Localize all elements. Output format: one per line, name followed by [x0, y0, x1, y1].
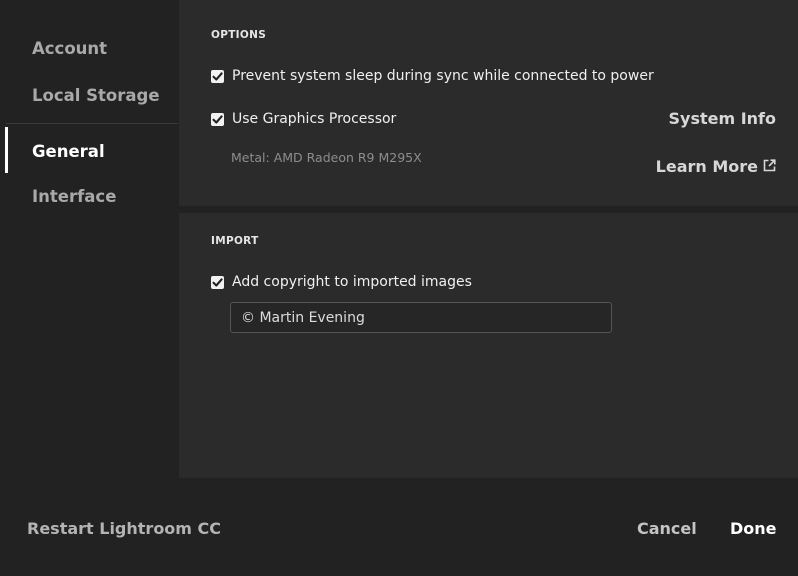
sidebar-divider: [6, 123, 178, 124]
active-indicator: [5, 127, 8, 173]
sidebar-item-local-storage[interactable]: Local Storage: [32, 86, 160, 105]
copyright-checkbox-row[interactable]: Add copyright to imported images: [211, 274, 472, 290]
restart-lightroom-button[interactable]: Restart Lightroom CC: [27, 519, 221, 538]
options-panel: OPTIONS Prevent system sleep during sync…: [179, 0, 798, 206]
import-panel: IMPORT Add copyright to imported images …: [179, 213, 798, 478]
prevent-sleep-label: Prevent system sleep during sync while c…: [232, 68, 654, 84]
copyright-text-field[interactable]: © Martin Evening: [230, 302, 612, 333]
sidebar: Account Local Storage General Interface: [0, 0, 178, 478]
cancel-button[interactable]: Cancel: [637, 519, 697, 538]
sidebar-item-account[interactable]: Account: [32, 39, 107, 58]
checkmark-icon[interactable]: [211, 275, 224, 289]
gpu-label: Use Graphics Processor: [232, 111, 397, 127]
system-info-label: System Info: [668, 109, 776, 128]
checkmark-icon[interactable]: [211, 69, 224, 83]
gpu-checkbox-row[interactable]: Use Graphics Processor: [211, 111, 396, 127]
sidebar-item-general[interactable]: General: [32, 142, 105, 161]
gpu-info-text: Metal: AMD Radeon R9 M295X: [231, 150, 422, 165]
options-section-title: OPTIONS: [211, 29, 267, 41]
learn-more-label: Learn More: [655, 157, 758, 176]
learn-more-link[interactable]: Learn More: [656, 157, 776, 176]
prevent-sleep-checkbox-row[interactable]: Prevent system sleep during sync while c…: [211, 68, 654, 84]
done-button[interactable]: Done: [730, 519, 777, 538]
sidebar-item-interface[interactable]: Interface: [32, 187, 116, 206]
import-section-title: IMPORT: [211, 235, 259, 247]
checkmark-icon[interactable]: [211, 112, 224, 126]
system-info-button[interactable]: System Info: [668, 109, 776, 128]
copyright-label: Add copyright to imported images: [232, 274, 472, 290]
external-link-icon: [763, 157, 776, 176]
